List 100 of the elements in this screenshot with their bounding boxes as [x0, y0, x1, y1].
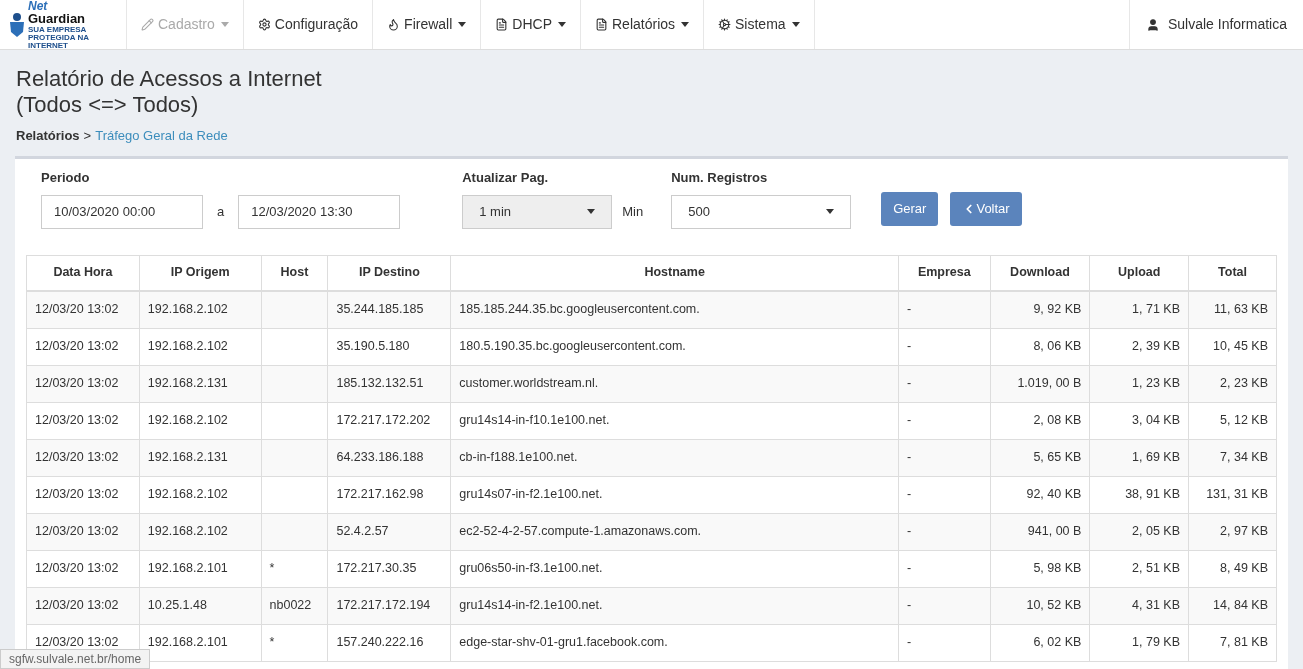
- table-cell: -: [898, 439, 991, 476]
- table-cell: [261, 439, 328, 476]
- table-cell: 2, 05 KB: [1089, 513, 1189, 550]
- table-cell: 172.217.162.98: [327, 476, 451, 513]
- date-field[interactable]: 10/03/2020 00:00: [41, 194, 203, 229]
- logo[interactable]: Net Guardian SUA EMPRESA PROTEGIDA NA INTERNET: [0, 0, 126, 49]
- table-cell: 1, 79 KB: [1089, 624, 1189, 661]
- table-cell: 7, 34 KB: [1188, 439, 1277, 476]
- caret-icon: [826, 209, 835, 214]
- table-cell: gru14s07-in-f2.1e100.net.: [450, 476, 899, 513]
- table-cell: 12/03/20 13:02: [26, 402, 140, 439]
- table-cell: 35.244.185.185: [327, 291, 451, 328]
- document-icon: [495, 18, 509, 31]
- table-cell: -: [898, 291, 991, 328]
- gear-icon: [257, 18, 271, 31]
- nav-item[interactable]: Relatórios: [580, 0, 704, 49]
- table-cell: 12/03/20 13:02: [26, 328, 140, 365]
- logo-tagline: SUA EMPRESA PROTEGIDA NA INTERNET: [28, 25, 90, 50]
- caret-icon: [587, 209, 596, 214]
- gears-icon: [718, 18, 732, 31]
- table-cell: 52.4.2.57: [327, 513, 451, 550]
- table-cell: 192.168.2.102: [139, 402, 262, 439]
- table-cell: 1, 69 KB: [1089, 439, 1189, 476]
- logo-text: Net: [28, 0, 49, 12]
- table-cell: 192.168.2.131: [139, 365, 262, 402]
- nav-item[interactable]: Sistema: [703, 0, 814, 49]
- table-cell: 2, 08 KB: [990, 402, 1090, 439]
- table-cell: [261, 402, 328, 439]
- table-cell: 38, 91 KB: [1089, 476, 1189, 513]
- table-cell: 192.168.2.102: [139, 513, 262, 550]
- table-cell: 7, 81 KB: [1188, 624, 1277, 661]
- table-cell: -: [898, 328, 991, 365]
- user-icon: [1145, 17, 1160, 32]
- user-menu[interactable]: Sulvale Informatica: [1128, 0, 1303, 49]
- table-cell: gru14s14-in-f10.1e100.net.: [450, 402, 899, 439]
- nav-item[interactable]: DHCP: [480, 0, 580, 49]
- field-label: Periodo: [41, 169, 91, 187]
- flame-icon: [387, 18, 401, 31]
- back-button[interactable]: Voltar: [950, 191, 1022, 226]
- refresh-select[interactable]: 1 min: [462, 194, 613, 229]
- table-cell: 2, 39 KB: [1089, 328, 1189, 365]
- page-title: Relatório de Acessos a Internet (Todos <=> Todos): [16, 66, 323, 118]
- table-cell: 3, 04 KB: [1089, 402, 1189, 439]
- table-cell: 8, 49 KB: [1188, 550, 1277, 587]
- table-cell: edge-star-shv-01-gru1.facebook.com.: [450, 624, 899, 661]
- table-cell: 92, 40 KB: [990, 476, 1090, 513]
- records-select[interactable]: 500: [671, 194, 852, 229]
- table-cell: 172.217.30.35: [327, 550, 451, 587]
- table-cell: 2, 23 KB: [1188, 365, 1277, 402]
- table-cell: -: [898, 587, 991, 624]
- shield-figure-icon: [8, 11, 26, 38]
- table-cell: 12/03/20 13:02: [26, 439, 140, 476]
- table-cell: 2, 51 KB: [1089, 550, 1189, 587]
- document-icon: [595, 18, 608, 31]
- table-cell: cb-in-f188.1e100.net.: [450, 439, 899, 476]
- table-cell: 10, 45 KB: [1188, 328, 1277, 365]
- table-cell: 185.185.244.35.bc.googleusercontent.com.: [450, 291, 899, 328]
- nav-item[interactable]: Configuração: [242, 0, 373, 49]
- table-cell: 157.240.222.16: [327, 624, 451, 661]
- table-cell: 192.168.2.131: [139, 439, 262, 476]
- table-cell: 1, 23 KB: [1089, 365, 1189, 402]
- table-cell: ec2-52-4-2-57.compute-1.amazonaws.com.: [450, 513, 899, 550]
- table-cell: 192.168.2.101: [139, 550, 262, 587]
- table-cell: 5, 98 KB: [990, 550, 1090, 587]
- table-cell: 4, 31 KB: [1089, 587, 1189, 624]
- table-cell: 192.168.2.102: [139, 476, 262, 513]
- generate-button[interactable]: Gerar: [881, 191, 939, 226]
- table-cell: 9, 92 KB: [990, 291, 1090, 328]
- table-cell: 12/03/20 13:02: [26, 513, 140, 550]
- logo-text: Guardian: [28, 11, 87, 25]
- pencil-icon: [141, 18, 154, 31]
- field-label: Atualizar Pag.: [462, 169, 550, 187]
- table-cell: -: [898, 513, 991, 550]
- table-cell: 10.25.1.48: [139, 587, 262, 624]
- table-cell: 10, 52 KB: [990, 587, 1090, 624]
- table-cell: 64.233.186.188: [327, 439, 451, 476]
- table-cell: 192.168.2.102: [139, 328, 262, 365]
- table-cell: [261, 513, 328, 550]
- date-field[interactable]: 12/03/2020 13:30: [238, 194, 401, 229]
- table-cell: -: [898, 476, 991, 513]
- table-cell: 11, 63 KB: [1188, 291, 1277, 328]
- table-cell: [261, 365, 328, 402]
- table-cell: *: [261, 550, 328, 587]
- table-cell: [261, 291, 328, 328]
- table-cell: 6, 02 KB: [990, 624, 1090, 661]
- table-cell: *: [261, 624, 328, 661]
- table-cell: [261, 328, 328, 365]
- table-cell: 12/03/20 13:02: [26, 476, 140, 513]
- table-cell: 172.217.172.202: [327, 402, 451, 439]
- table-cell: 12/03/20 13:02: [26, 550, 140, 587]
- table-cell: 131, 31 KB: [1188, 476, 1277, 513]
- field-label: Num. Registros: [671, 169, 769, 187]
- table-cell: gru06s50-in-f3.1e100.net.: [450, 550, 899, 587]
- table-cell: 8, 06 KB: [990, 328, 1090, 365]
- nav-item[interactable]: Firewall: [372, 0, 481, 49]
- table-cell: 2, 97 KB: [1188, 513, 1277, 550]
- table-cell: 5, 65 KB: [990, 439, 1090, 476]
- table-cell: gru14s14-in-f2.1e100.net.: [450, 587, 899, 624]
- breadcrumb-link[interactable]: Relatórios: [16, 126, 80, 146]
- table-cell: 12/03/20 13:02: [26, 291, 140, 328]
